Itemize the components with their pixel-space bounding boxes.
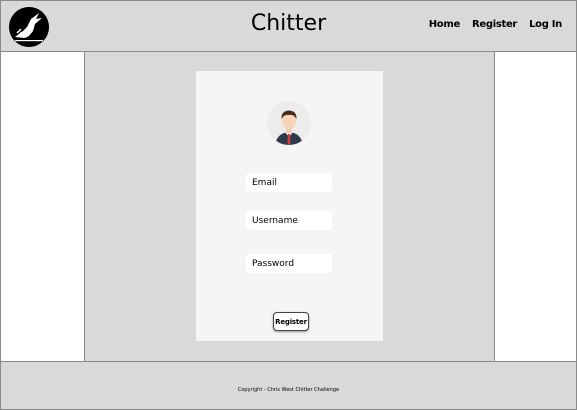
nav-register-link[interactable]: Register [472, 19, 517, 30]
footer-copyright: Copyright - Chris West Chitter Challenge [237, 387, 340, 393]
user-avatar-icon [267, 101, 311, 145]
register-button[interactable]: Register [273, 312, 309, 331]
register-card: Register [196, 71, 383, 341]
site-footer: Copyright - Chris West Chitter Challenge [1, 361, 576, 409]
email-field[interactable] [246, 173, 332, 192]
username-field[interactable] [246, 211, 332, 230]
main-nav: Home Register Log In [429, 19, 563, 30]
nav-login-link[interactable]: Log In [529, 19, 562, 30]
password-field[interactable] [246, 254, 332, 273]
site-header: Chitter Home Register Log In [1, 1, 576, 52]
nav-home-link[interactable]: Home [429, 19, 461, 30]
main-content: Register [84, 52, 495, 361]
